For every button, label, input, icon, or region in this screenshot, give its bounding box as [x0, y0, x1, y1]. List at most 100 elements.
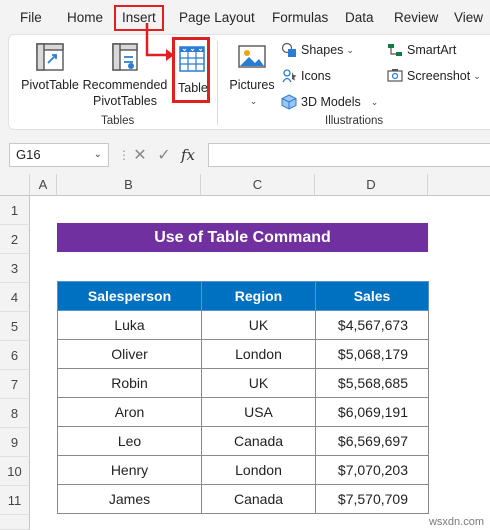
table-row: Luka UK $4,567,673 — [57, 310, 429, 340]
salesperson-cell[interactable]: Robin — [57, 368, 202, 398]
illustrations-group-label: Illustrations — [325, 115, 384, 127]
region-cell[interactable]: London — [201, 455, 316, 485]
icons-label: Icons — [301, 69, 331, 83]
tab-data[interactable]: Data — [345, 6, 374, 30]
group-separator — [217, 41, 218, 125]
formula-buttons: ✕ ✓ fx — [128, 143, 204, 167]
column-header-e[interactable] — [428, 174, 490, 196]
region-cell[interactable]: Canada — [201, 426, 316, 456]
3d-models-button[interactable]: 3D Models ⌄ — [281, 91, 378, 113]
shapes-button[interactable]: Shapes ⌄ — [281, 39, 354, 61]
column-header-c[interactable]: C — [201, 174, 315, 196]
column-header-b[interactable]: B — [57, 174, 201, 196]
table-row: Aron USA $6,069,191 — [57, 397, 429, 427]
sales-cell[interactable]: $6,069,191 — [315, 397, 429, 427]
tab-home[interactable]: Home — [67, 6, 103, 30]
enter-icon[interactable]: ✓ — [152, 145, 176, 165]
smartart-label: SmartArt — [407, 43, 457, 57]
insert-function-icon[interactable]: fx — [176, 146, 200, 164]
row-header-10[interactable]: 10 — [0, 457, 30, 486]
chevron-down-icon[interactable]: ⌄ — [94, 144, 102, 166]
icons-icon — [282, 69, 297, 83]
sales-cell[interactable]: $6,569,697 — [315, 426, 429, 456]
salesperson-cell[interactable]: Oliver — [57, 339, 202, 369]
recommended-label-line1: Recommended — [82, 78, 168, 92]
table-label: Table — [178, 81, 208, 95]
formula-bar: G16 ⌄ ⋮ ✕ ✓ fx — [0, 134, 490, 174]
3d-models-icon — [281, 94, 297, 110]
row-header-9[interactable]: 9 — [0, 428, 30, 457]
tables-group-label: Tables — [101, 115, 135, 127]
row-header-6[interactable]: 6 — [0, 341, 30, 370]
salesperson-cell[interactable]: Henry — [57, 455, 202, 485]
header-salesperson[interactable]: Salesperson — [57, 281, 202, 311]
table-row: Robin UK $5,568,685 — [57, 368, 429, 398]
salesperson-cell[interactable]: Luka — [57, 310, 202, 340]
pivottable-icon — [36, 43, 64, 71]
sales-cell[interactable]: $7,570,709 — [315, 484, 429, 514]
header-sales[interactable]: Sales — [315, 281, 429, 311]
name-box[interactable]: G16 ⌄ — [9, 143, 109, 167]
pictures-dropdown-icon: ⌄ — [249, 96, 258, 106]
tab-view[interactable]: View — [454, 6, 483, 30]
shapes-dropdown-icon: ⌄ — [346, 45, 354, 55]
shapes-icon — [281, 42, 296, 57]
header-region[interactable]: Region — [201, 281, 316, 311]
cancel-icon[interactable]: ✕ — [128, 145, 152, 165]
smartart-button[interactable]: SmartArt — [387, 39, 456, 61]
region-cell[interactable]: London — [201, 339, 316, 369]
name-box-value: G16 — [16, 147, 41, 162]
pictures-button[interactable]: Pictures ⌄ — [227, 39, 277, 109]
column-header-d[interactable]: D — [315, 174, 428, 196]
ribbon-panel: PivotTable Recommended PivotTables Table — [8, 23, 490, 130]
tab-formulas[interactable]: Formulas — [272, 6, 328, 30]
screenshot-label: Screenshot — [407, 69, 471, 83]
table-row: Henry London $7,070,203 — [57, 455, 429, 485]
row-header-11[interactable]: 11 — [0, 486, 30, 515]
region-cell[interactable]: UK — [201, 310, 316, 340]
tab-file[interactable]: File — [20, 6, 42, 30]
row-header-3[interactable]: 3 — [0, 254, 30, 283]
sales-cell[interactable]: $4,567,673 — [315, 310, 429, 340]
row-header-4[interactable]: 4 — [0, 283, 30, 312]
title-cell[interactable]: Use of Table Command — [57, 223, 428, 252]
row-header-1[interactable]: 1 — [0, 196, 30, 225]
table-header-row: Salesperson Region Sales — [57, 281, 429, 311]
icons-button[interactable]: Icons — [281, 65, 331, 87]
region-cell[interactable]: UK — [201, 368, 316, 398]
formula-input[interactable] — [208, 143, 490, 167]
arrow-annotation-icon — [145, 23, 174, 61]
3d-models-dropdown-icon: ⌄ — [370, 97, 379, 107]
sales-table: Salesperson Region Sales Luka UK $4,567,… — [57, 281, 429, 514]
select-all-corner[interactable] — [0, 174, 30, 196]
tab-page-layout[interactable]: Page Layout — [179, 6, 255, 30]
shapes-label: Shapes — [301, 43, 344, 57]
screenshot-button[interactable]: Screenshot ⌄ — [387, 65, 481, 87]
column-header-a[interactable]: A — [30, 174, 57, 196]
screenshot-icon — [387, 69, 403, 82]
pictures-icon — [238, 45, 266, 68]
smartart-icon — [388, 44, 402, 56]
sales-cell[interactable]: $5,068,179 — [315, 339, 429, 369]
3d-models-label: 3D Models — [301, 95, 361, 109]
sales-cell[interactable]: $7,070,203 — [315, 455, 429, 485]
screenshot-dropdown-icon: ⌄ — [473, 71, 481, 81]
pictures-label: Pictures — [229, 78, 275, 92]
salesperson-cell[interactable]: Leo — [57, 426, 202, 456]
pivottable-label: PivotTable — [21, 78, 79, 92]
tab-review[interactable]: Review — [394, 6, 438, 30]
salesperson-cell[interactable]: James — [57, 484, 202, 514]
row-header-5[interactable]: 5 — [0, 312, 30, 341]
row-header-8[interactable]: 8 — [0, 399, 30, 428]
pivottable-button[interactable]: PivotTable — [21, 39, 79, 93]
row-header-7[interactable]: 7 — [0, 370, 30, 399]
region-cell[interactable]: USA — [201, 397, 316, 427]
sales-cell[interactable]: $5,568,685 — [315, 368, 429, 398]
recommended-label-line2: PivotTables — [93, 94, 157, 108]
row-header-2[interactable]: 2 — [0, 225, 30, 254]
salesperson-cell[interactable]: Aron — [57, 397, 202, 427]
table-row: Oliver London $5,068,179 — [57, 339, 429, 369]
row-header-12[interactable] — [0, 515, 30, 530]
table-row: Leo Canada $6,569,697 — [57, 426, 429, 456]
region-cell[interactable]: Canada — [201, 484, 316, 514]
